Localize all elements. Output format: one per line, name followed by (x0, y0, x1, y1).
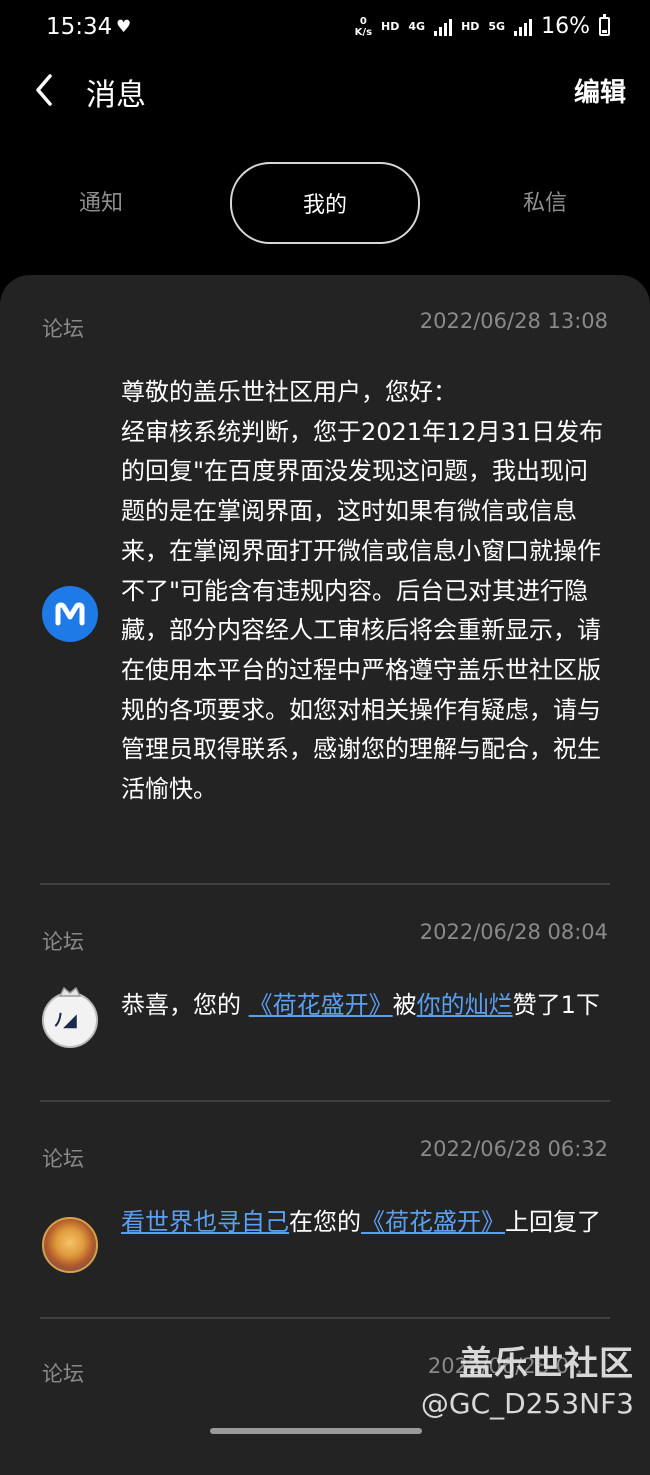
tab-private-messages[interactable]: 私信 (474, 162, 616, 240)
network-speed-value: 0 (359, 15, 367, 27)
battery-icon (599, 14, 610, 36)
message-time: 2022/06/28 08:04 (419, 920, 608, 944)
message-text: 看世界也寻自己在您的《荷花盛开》上回复了 (121, 1203, 611, 1243)
watermark: 盖乐世社区 @GC_D253NF3 (421, 1336, 634, 1420)
message-text-suffix: 赞了1下 (512, 991, 600, 1019)
divider (40, 883, 610, 885)
signal-icon (434, 18, 453, 36)
network-4g-label: 4G (408, 20, 426, 33)
network-speed: 0 K/s (355, 16, 372, 38)
crown-icon: ﾉ◢ (54, 986, 82, 1031)
tab-notifications[interactable]: 通知 (30, 162, 172, 240)
signal-icon-2 (514, 18, 533, 36)
message-text-mid: 被 (392, 991, 417, 1019)
user-link[interactable]: 看世界也寻自己 (121, 1208, 289, 1236)
message-time: 2022/06/28 06:32 (419, 1137, 608, 1161)
message-source: 论坛 (42, 1362, 84, 1386)
avatar[interactable] (42, 1217, 98, 1273)
message-source: 论坛 (42, 930, 84, 954)
status-icons: 0 K/s HD 4G HD 5G 16% (355, 14, 610, 39)
watermark-title: 盖乐世社区 (459, 1344, 634, 1384)
message-text-suffix: 上回复了 (505, 1208, 601, 1236)
chevron-left-icon (36, 74, 52, 106)
edit-button[interactable]: 编辑 (574, 72, 626, 109)
message-text: 尊敬的盖乐世社区用户，您好： 经审核系统判断，您于2021年12月31日发布的回… (121, 378, 604, 804)
home-indicator (210, 1428, 422, 1434)
back-button[interactable] (30, 70, 60, 110)
app-header: 消息 编辑 (0, 56, 650, 126)
message-text: 恭喜，您的 《荷花盛开》被你的灿烂赞了1下 (121, 986, 611, 1026)
network-5g-label: 5G (488, 20, 506, 33)
post-link[interactable]: 《荷花盛开》 (361, 1208, 505, 1236)
tab-mine[interactable]: 我的 (230, 162, 420, 244)
hd-label-2: HD (461, 20, 480, 33)
status-time: 15:34 (46, 14, 113, 40)
message-source: 论坛 (42, 1147, 84, 1171)
m-logo-icon (55, 602, 85, 626)
avatar[interactable] (42, 586, 98, 642)
network-speed-unit: K/s (354, 26, 373, 38)
message-time: 2022/06/28 13:08 (419, 309, 608, 333)
user-link[interactable]: 你的灿烂 (417, 991, 513, 1019)
tab-bar: 通知 我的 私信 (0, 162, 650, 244)
svg-text:ﾉ◢: ﾉ◢ (54, 1010, 77, 1031)
divider (40, 1100, 610, 1102)
message-source: 论坛 (42, 317, 84, 341)
status-bar: 15:34 ♥ 0 K/s HD 4G HD 5G 16% (0, 0, 650, 56)
divider (40, 1317, 610, 1319)
battery-percent: 16% (541, 14, 590, 39)
avatar[interactable]: ﾉ◢ (42, 986, 98, 1048)
message-text-prefix: 恭喜，您的 (121, 991, 249, 1019)
page-title: 消息 (86, 78, 146, 113)
message-text-mid: 在您的 (289, 1208, 361, 1236)
post-link[interactable]: 《荷花盛开》 (249, 991, 393, 1019)
hd-label: HD (381, 20, 400, 33)
watermark-user: @GC_D253NF3 (420, 1387, 634, 1420)
heart-icon: ♥ (116, 17, 132, 37)
